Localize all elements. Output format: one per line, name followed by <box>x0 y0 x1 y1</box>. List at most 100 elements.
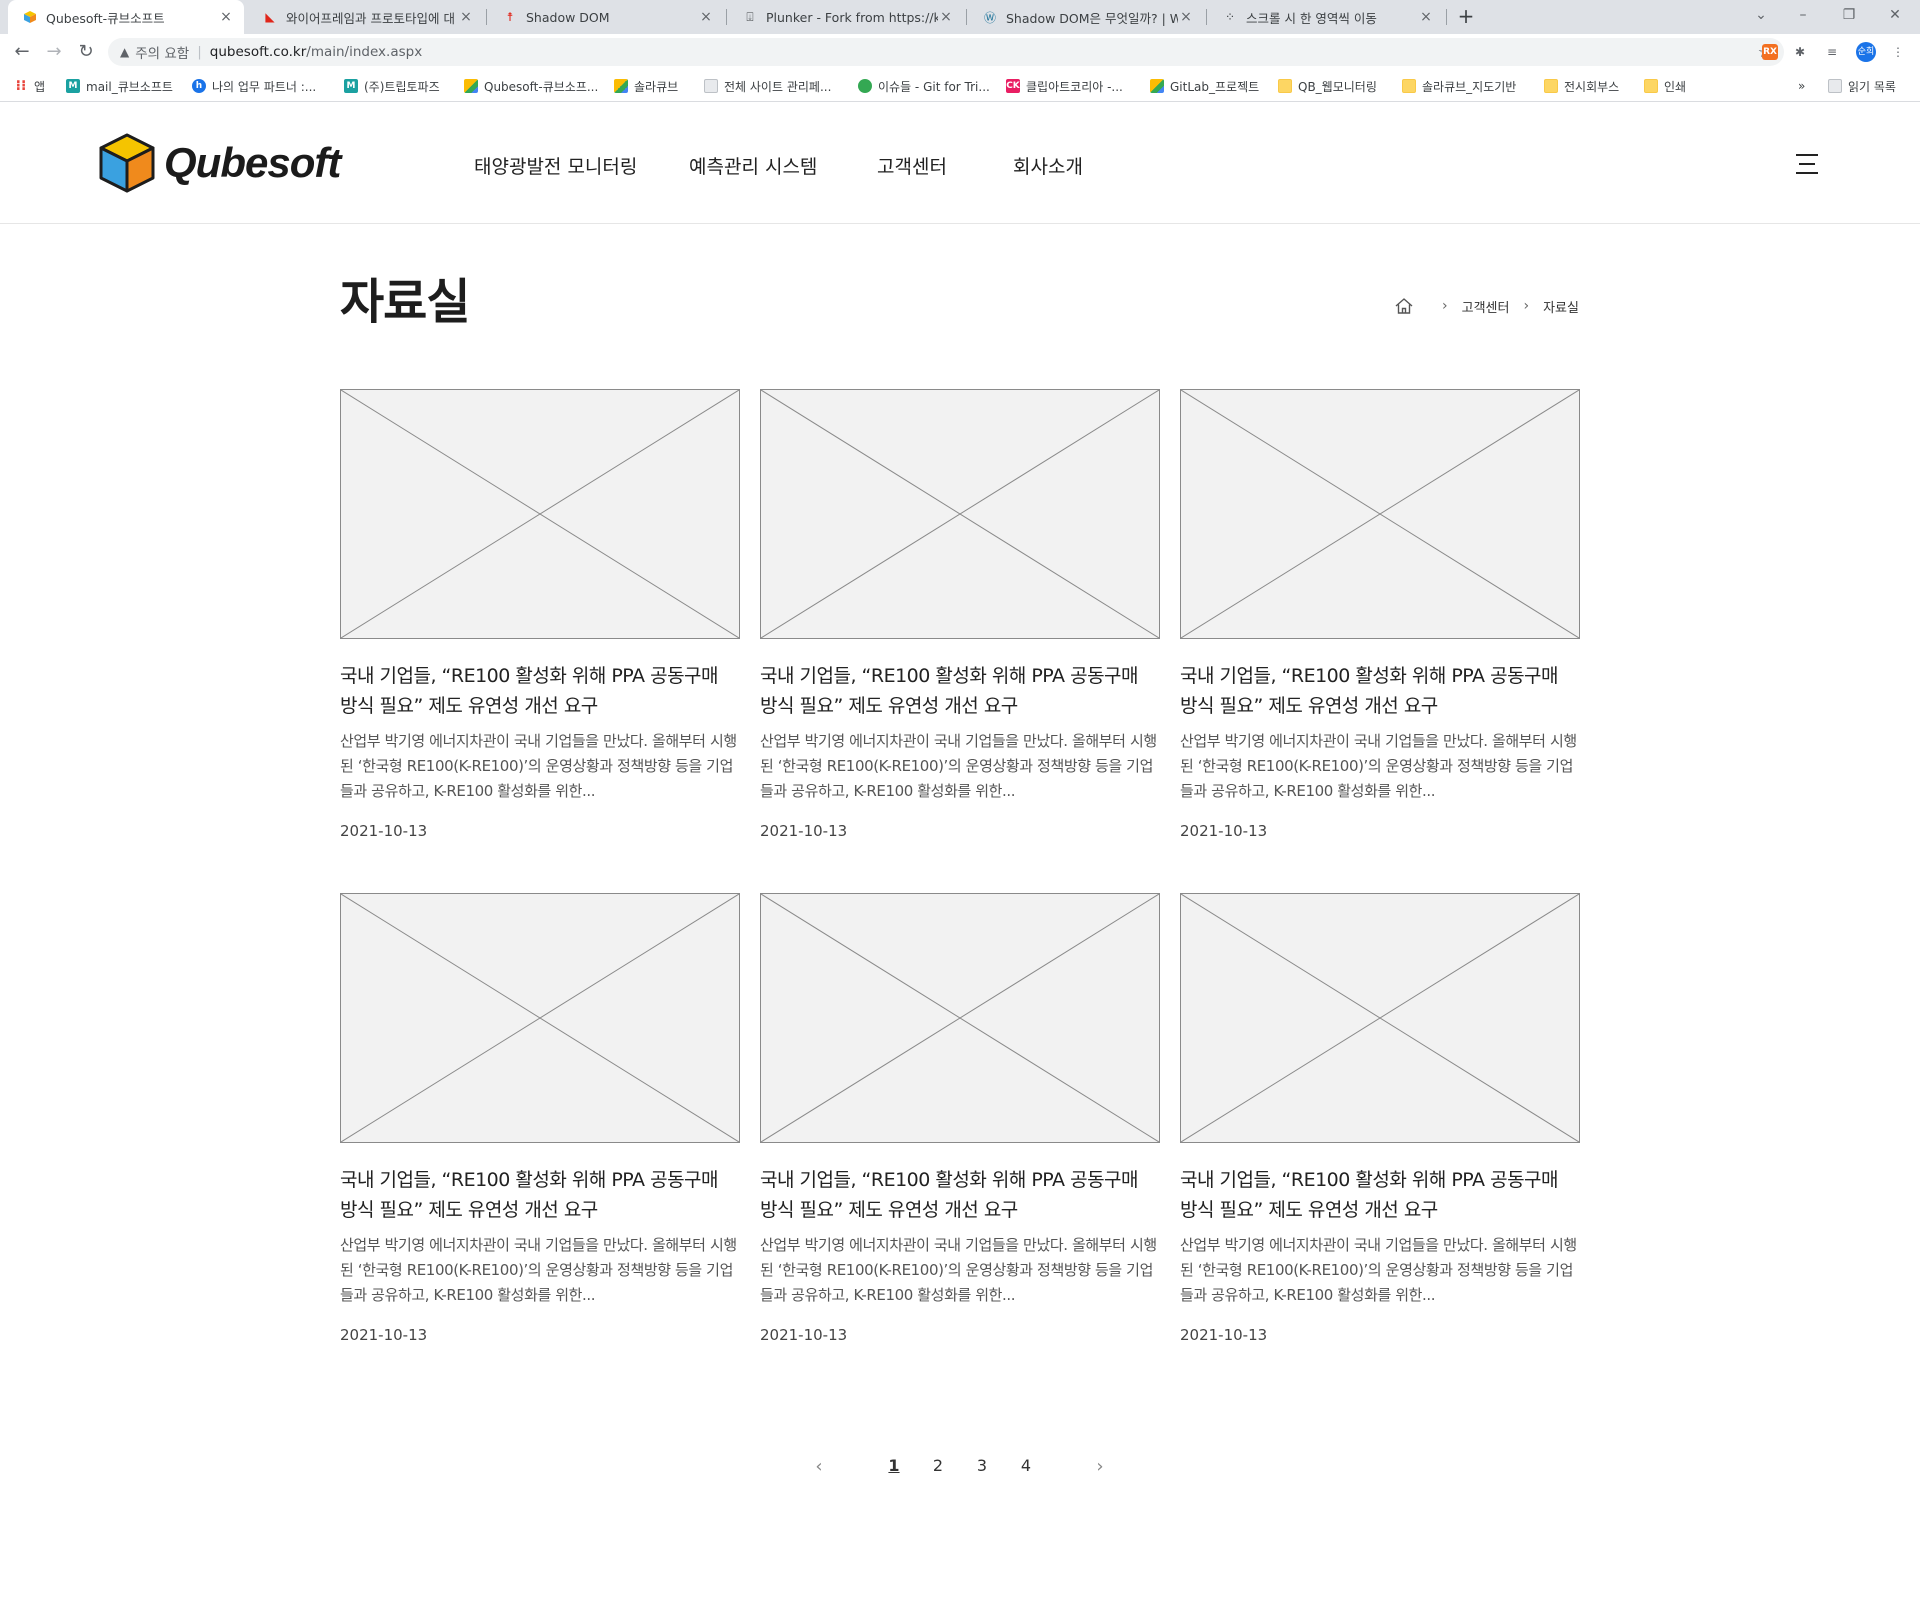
nav-forecast-system[interactable]: 예측관리 시스템 <box>689 152 817 179</box>
tab-separator <box>726 9 727 25</box>
warning-icon[interactable]: ▲ <box>120 45 129 59</box>
tab-shadow-dom-wp[interactable]: Ⓦ Shadow DOM은 무엇일까? | WI × <box>968 0 1204 34</box>
window-close-icon[interactable]: ✕ <box>1872 0 1918 34</box>
rx-extension-icon[interactable]: RX <box>1762 44 1778 60</box>
tab-shadow-dom[interactable]: ☨ Shadow DOM × <box>488 0 724 34</box>
tab-scroll[interactable]: ⁘ 스크롤 시 한 영역씩 이동 × <box>1208 0 1444 34</box>
post-summary: 산업부 박기영 에너지차관이 국내 기업들을 만났다. 올해부터 시행된 ‘한국… <box>340 1236 737 1304</box>
address-bar[interactable]: ▲ 주의 요함 | qubesoft.co.kr/main/index.aspx… <box>108 38 1784 66</box>
minimize-icon[interactable]: – <box>1780 0 1826 34</box>
page-link-1[interactable]: 1 <box>884 1456 904 1475</box>
reload-icon[interactable]: ↻ <box>74 40 98 64</box>
post-title[interactable]: 국내 기업들, “RE100 활성화 위해 PPA 공동구매 방식 필요” 제도… <box>760 1165 1160 1225</box>
kebab-menu-icon[interactable]: ⋮ <box>1888 42 1908 62</box>
tab-search-icon[interactable]: ⌄ <box>1738 0 1784 34</box>
bookmark-item[interactable]: ⁝⁝ 앱 <box>14 77 45 95</box>
post-summary: 산업부 박기영 에너지차관이 국내 기업들을 만났다. 올해부터 시행된 ‘한국… <box>1180 732 1577 800</box>
bookmark-item[interactable]: 전체 사이트 관리페... <box>704 77 831 95</box>
close-icon[interactable]: × <box>1418 9 1434 25</box>
cube-logo-icon <box>99 133 155 193</box>
close-icon[interactable]: × <box>1178 9 1194 25</box>
bookmark-folder[interactable]: 전시회부스 <box>1544 77 1619 95</box>
menu-icon[interactable] <box>1796 154 1820 174</box>
post-thumbnail-placeholder[interactable] <box>1180 893 1580 1143</box>
page-icon <box>704 79 718 93</box>
bookmark-folder[interactable]: 솔라큐브_지도기반 <box>1402 77 1516 95</box>
page-link-3[interactable]: 3 <box>972 1456 992 1475</box>
mail-icon: M <box>344 79 358 93</box>
nav-solar-monitoring[interactable]: 태양광발전 모니터링 <box>474 152 637 179</box>
post-thumbnail-placeholder[interactable] <box>340 893 740 1143</box>
bookmark-item[interactable]: 이슈들 - Git for Tri... <box>858 77 990 95</box>
tab-plunker[interactable]: ⍗ Plunker - Fork from https://ko.ja × <box>728 0 964 34</box>
next-page-button[interactable]: › <box>1090 1456 1110 1477</box>
tab-separator <box>1206 9 1207 25</box>
menu-bar <box>1796 154 1818 156</box>
dots-icon: ⁘ <box>1224 10 1236 24</box>
post-card[interactable]: 국내 기업들, “RE100 활성화 위해 PPA 공동구매 방식 필요” 제도… <box>1180 893 1580 1344</box>
image-placeholder-icon <box>761 894 1159 1142</box>
bookmark-item[interactable]: 솔라큐브 <box>614 77 678 95</box>
post-card[interactable]: 국내 기업들, “RE100 활성화 위해 PPA 공동구매 방식 필요” 제도… <box>340 893 740 1344</box>
post-card[interactable]: 국내 기업들, “RE100 활성화 위해 PPA 공동구매 방식 필요” 제도… <box>760 389 1160 840</box>
page-link-2[interactable]: 2 <box>928 1456 948 1475</box>
image-placeholder-icon <box>761 390 1159 638</box>
extensions-puzzle-icon[interactable]: ✱ <box>1790 42 1810 62</box>
menu-bar <box>1799 163 1815 165</box>
close-icon[interactable]: × <box>938 9 954 25</box>
bookmark-folder[interactable]: 인쇄 <box>1644 77 1686 95</box>
git-icon <box>858 79 872 93</box>
chevron-right-icon: › <box>1442 298 1448 314</box>
site-logo[interactable]: Qubesoft <box>98 132 341 194</box>
wordpress-icon: Ⓦ <box>983 10 996 25</box>
post-date: 2021-10-13 <box>760 1326 848 1344</box>
bookmarks-overflow-button[interactable]: » <box>1798 77 1805 95</box>
cube-icon <box>614 79 628 93</box>
post-thumbnail-placeholder[interactable] <box>760 389 1160 639</box>
folder-icon <box>1278 79 1292 93</box>
bookmark-item[interactable]: Qubesoft-큐브소프... <box>464 77 598 95</box>
post-title[interactable]: 국내 기업들, “RE100 활성화 위해 PPA 공동구매 방식 필요” 제도… <box>340 1165 740 1225</box>
back-icon[interactable]: ← <box>10 40 34 64</box>
reading-list-button[interactable]: 읽기 목록 <box>1828 77 1896 95</box>
prev-page-button[interactable]: ‹ <box>809 1456 829 1477</box>
security-label[interactable]: 주의 요함 <box>135 42 189 62</box>
post-thumbnail-placeholder[interactable] <box>1180 389 1580 639</box>
new-tab-button[interactable]: + <box>1454 5 1478 29</box>
url-host: qubesoft.co.kr <box>209 44 307 60</box>
forward-icon[interactable]: → <box>42 40 66 64</box>
close-icon[interactable]: × <box>698 9 714 25</box>
post-title[interactable]: 국내 기업들, “RE100 활성화 위해 PPA 공동구매 방식 필요” 제도… <box>1180 1165 1580 1225</box>
tab-qubesoft[interactable]: Qubesoft-큐브소프트 × <box>8 0 244 34</box>
restore-icon[interactable]: ❐ <box>1826 0 1872 34</box>
post-title[interactable]: 국내 기업들, “RE100 활성화 위해 PPA 공동구매 방식 필요” 제도… <box>760 661 1160 721</box>
profile-avatar[interactable]: 순희 <box>1856 42 1876 62</box>
post-card[interactable]: 국내 기업들, “RE100 활성화 위해 PPA 공동구매 방식 필요” 제도… <box>340 389 740 840</box>
bookmark-item[interactable]: M (주)트립토파즈 <box>344 77 440 95</box>
folder-icon <box>1644 79 1658 93</box>
home-icon[interactable] <box>1394 297 1414 315</box>
cube-icon <box>464 79 478 93</box>
tab-wireframe[interactable]: ◣ 와이어프레임과 프로토타입에 대 × <box>248 0 484 34</box>
bookmark-item[interactable]: GitLab_프로젝트 <box>1150 77 1259 95</box>
image-placeholder-icon <box>341 390 739 638</box>
post-card[interactable]: 국내 기업들, “RE100 활성화 위해 PPA 공동구매 방식 필요” 제도… <box>1180 389 1580 840</box>
post-card[interactable]: 국내 기업들, “RE100 활성화 위해 PPA 공동구매 방식 필요” 제도… <box>760 893 1160 1344</box>
close-icon[interactable]: × <box>218 9 234 25</box>
nav-customer-center[interactable]: 고객센터 <box>877 152 947 179</box>
bookmark-item[interactable]: Mmail_큐브소프트 <box>66 77 173 95</box>
bookmark-folder[interactable]: QB_웹모니터링 <box>1278 77 1377 95</box>
bookmark-item[interactable]: CK 클립아트코리아 -... <box>1006 77 1123 95</box>
nav-company[interactable]: 회사소개 <box>1013 152 1083 179</box>
media-queue-icon[interactable]: ≡ <box>1822 42 1842 62</box>
bookmark-item[interactable]: h 나의 업무 파트너 :... <box>192 77 316 95</box>
folder-icon <box>1402 79 1416 93</box>
close-icon[interactable]: × <box>458 9 474 25</box>
post-thumbnail-placeholder[interactable] <box>760 893 1160 1143</box>
post-title[interactable]: 국내 기업들, “RE100 활성화 위해 PPA 공동구매 방식 필요” 제도… <box>1180 661 1580 721</box>
post-thumbnail-placeholder[interactable] <box>340 389 740 639</box>
ck-icon: CK <box>1006 79 1020 93</box>
page-link-4[interactable]: 4 <box>1016 1456 1036 1475</box>
breadcrumb-item-customer-center[interactable]: 고객센터 <box>1462 297 1510 316</box>
post-title[interactable]: 국내 기업들, “RE100 활성화 위해 PPA 공동구매 방식 필요” 제도… <box>340 661 740 721</box>
